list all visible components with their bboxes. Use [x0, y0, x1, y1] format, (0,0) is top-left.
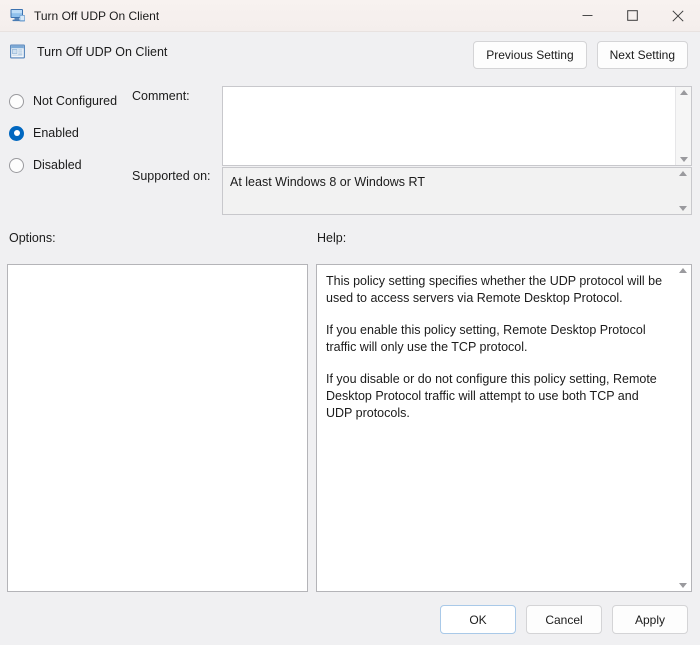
help-paragraph: This policy setting specifies whether th… — [326, 274, 663, 305]
setting-nav-buttons: Previous Setting Next Setting — [473, 41, 688, 69]
dialog-footer-buttons: OK Cancel Apply — [440, 605, 688, 634]
scroll-down-arrow-icon[interactable] — [679, 157, 688, 162]
radio-disabled-indicator — [9, 157, 24, 173]
help-label: Help: — [317, 231, 347, 245]
radio-not-configured-label: Not Configured — [33, 94, 118, 108]
comment-scrollbar[interactable] — [675, 87, 691, 165]
window-controls — [565, 0, 700, 32]
scroll-up-arrow-icon[interactable] — [679, 268, 687, 273]
radio-enabled[interactable]: Enabled — [9, 120, 149, 146]
title-bar: Turn Off UDP On Client — [0, 0, 700, 32]
minimize-button[interactable] — [565, 0, 610, 32]
options-content — [8, 265, 307, 591]
radio-disabled-label: Disabled — [33, 158, 82, 172]
supported-on-scrollbar[interactable] — [675, 168, 691, 214]
apply-button[interactable]: Apply — [612, 605, 688, 634]
help-paragraph: If you disable or do not configure this … — [326, 372, 657, 420]
options-label: Options: — [9, 231, 56, 245]
help-content: This policy setting specifies whether th… — [317, 265, 675, 591]
comment-label: Comment: — [132, 89, 190, 103]
ok-button[interactable]: OK — [440, 605, 516, 634]
computer-monitor-icon — [9, 8, 26, 23]
group-policy-setting-dialog: Turn Off UDP On Client Turn Off UDP On C… — [0, 0, 700, 645]
help-paragraph: If you enable this policy setting, Remot… — [326, 323, 646, 354]
help-panel: This policy setting specifies whether th… — [316, 264, 692, 592]
minimize-icon — [582, 15, 593, 16]
title-bar-left: Turn Off UDP On Client — [0, 8, 565, 23]
close-icon — [671, 9, 684, 22]
maximize-button[interactable] — [610, 0, 655, 32]
radio-enabled-indicator — [9, 125, 24, 141]
supported-on-textbox: At least Windows 8 or Windows RT — [222, 167, 692, 215]
supported-on-text: At least Windows 8 or Windows RT — [223, 168, 675, 214]
setting-header: Turn Off UDP On Client Previous Setting … — [0, 32, 700, 76]
setting-header-left: Turn Off UDP On Client — [9, 43, 167, 60]
maximize-icon — [627, 10, 638, 21]
supported-on-label: Supported on: — [132, 169, 211, 183]
radio-disabled[interactable]: Disabled — [9, 152, 149, 178]
help-scrollbar[interactable] — [675, 265, 691, 591]
comment-text[interactable] — [223, 87, 675, 165]
radio-enabled-label: Enabled — [33, 126, 79, 140]
setting-title: Turn Off UDP On Client — [37, 44, 168, 59]
scroll-up-arrow-icon[interactable] — [679, 90, 688, 95]
radio-not-configured-indicator — [9, 93, 24, 109]
next-setting-button[interactable]: Next Setting — [596, 41, 688, 69]
policy-setting-icon — [9, 43, 27, 60]
comment-textbox[interactable] — [222, 86, 692, 166]
previous-setting-button[interactable]: Previous Setting — [473, 41, 587, 69]
title-bar-text: Turn Off UDP On Client — [34, 8, 160, 23]
cancel-button[interactable]: Cancel — [526, 605, 602, 634]
radio-not-configured[interactable]: Not Configured — [9, 88, 149, 114]
scroll-down-arrow-icon[interactable] — [679, 583, 687, 588]
options-panel[interactable] — [7, 264, 308, 592]
scroll-up-arrow-icon[interactable] — [679, 171, 687, 176]
scroll-down-arrow-icon[interactable] — [679, 206, 687, 211]
policy-state-radio-group: Not Configured Enabled Disabled — [9, 88, 149, 184]
close-button[interactable] — [655, 0, 700, 32]
